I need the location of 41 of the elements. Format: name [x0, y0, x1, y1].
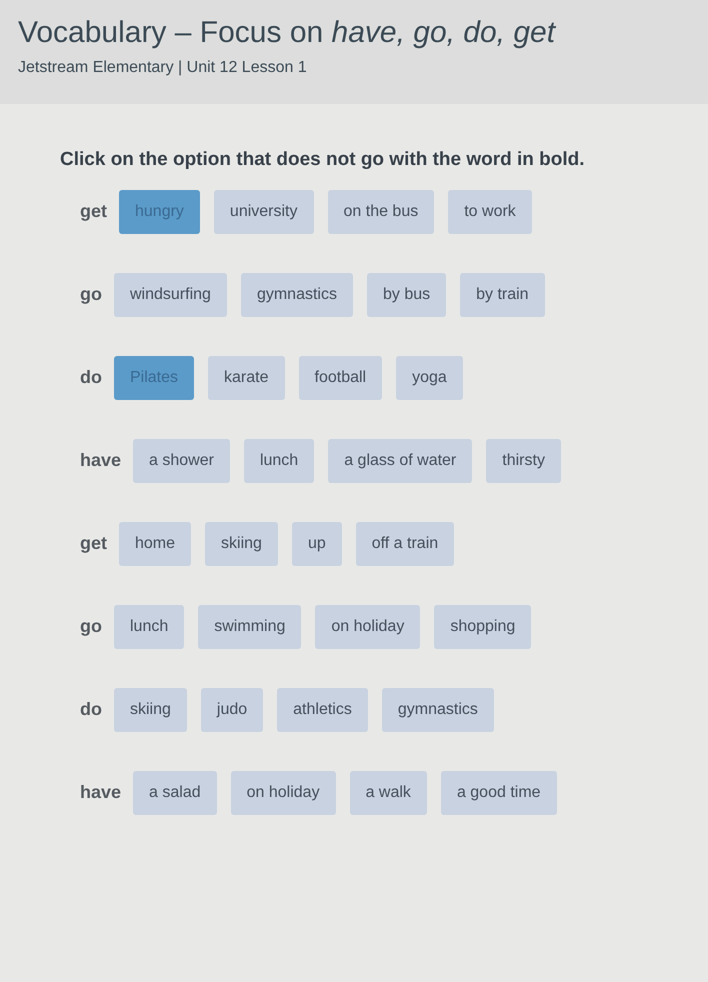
option-button[interactable]: to work — [448, 190, 532, 234]
option-button[interactable]: up — [292, 522, 342, 566]
option-button[interactable]: a glass of water — [328, 439, 472, 483]
option-button[interactable]: thirsty — [486, 439, 561, 483]
option-button[interactable]: skiing — [114, 688, 187, 732]
target-word: go — [80, 283, 102, 305]
option-button[interactable]: gymnastics — [382, 688, 494, 732]
target-word: get — [80, 200, 107, 222]
option-button[interactable]: a good time — [440, 771, 557, 815]
option-button[interactable]: windsurfing — [114, 273, 227, 317]
option-button[interactable]: lunch — [114, 605, 184, 649]
option-button[interactable]: a shower — [133, 439, 230, 483]
target-word: do — [80, 698, 102, 720]
target-word: get — [80, 532, 107, 554]
target-word: have — [80, 449, 122, 471]
option-button[interactable]: karate — [208, 356, 284, 400]
option-button[interactable]: home — [119, 522, 192, 566]
target-word: go — [80, 615, 102, 637]
option-button[interactable]: football — [298, 356, 382, 400]
option-button[interactable]: by bus — [366, 273, 446, 317]
page-title: Vocabulary – Focus on have, go, do, get — [18, 15, 557, 51]
target-word: do — [80, 366, 102, 388]
page-subtitle: Jetstream Elementary | Unit 12 Lesson 1 — [18, 58, 308, 78]
target-word: have — [80, 781, 122, 803]
option-button[interactable]: judo — [200, 688, 264, 732]
option-button[interactable]: on holiday — [230, 771, 336, 815]
option-button[interactable]: skiing — [205, 522, 278, 566]
option-button[interactable]: shopping — [434, 605, 532, 649]
option-button[interactable]: off a train — [356, 522, 454, 566]
option-button[interactable]: gymnastics — [240, 273, 353, 317]
option-button[interactable]: university — [214, 190, 314, 234]
option-button[interactable]: yoga — [396, 356, 463, 400]
option-button[interactable]: athletics — [277, 688, 368, 732]
instruction-text: Click on the option that does not go with the word in bold. — [60, 148, 586, 172]
option-button[interactable]: by train — [460, 273, 545, 317]
option-button[interactable]: a salad — [133, 771, 217, 815]
option-button[interactable]: on the bus — [328, 190, 434, 234]
option-button[interactable]: a walk — [350, 771, 427, 815]
option-button[interactable]: swimming — [198, 605, 302, 649]
option-button[interactable]: lunch — [244, 439, 314, 483]
option-button[interactable]: on holiday — [315, 605, 420, 649]
